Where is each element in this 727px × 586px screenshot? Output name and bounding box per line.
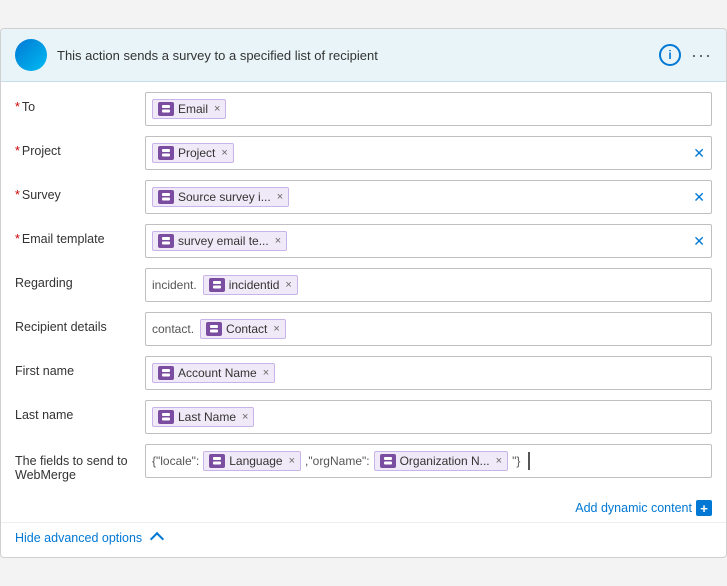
project-label: *Project — [15, 136, 145, 158]
last-name-tag: Last Name × — [152, 407, 254, 427]
first-name-row: First name Account Name × — [15, 356, 712, 392]
db-icon — [209, 278, 225, 292]
survey-label: *Survey — [15, 180, 145, 202]
recipient-tag: Contact × — [200, 319, 286, 339]
app-logo — [15, 39, 47, 71]
project-tag: Project × — [152, 143, 234, 163]
tag-label: Source survey i... — [178, 190, 271, 204]
tag-label: Email — [178, 102, 208, 116]
webmerge-row: The fields to send to WebMerge {"locale"… — [15, 444, 712, 482]
to-row: *To Email × — [15, 92, 712, 128]
bottom-actions: Add dynamic content + — [1, 496, 726, 522]
recipient-details-label: Recipient details — [15, 312, 145, 334]
email-template-control[interactable]: survey email te... × ✕ — [145, 224, 712, 258]
db-icon — [158, 102, 174, 116]
to-control[interactable]: Email × — [145, 92, 712, 126]
tag-label: Contact — [226, 322, 267, 336]
last-name-control[interactable]: Last Name × — [145, 400, 712, 434]
tag-close-button[interactable]: × — [273, 323, 279, 335]
project-row: *Project Project × ✕ — [15, 136, 712, 172]
tag-label: Project — [178, 146, 215, 160]
tag-label: incidentid — [229, 278, 280, 292]
action-card: This action sends a survey to a specifie… — [0, 28, 727, 558]
header-icons: i ··· — [659, 44, 712, 66]
plus-icon: + — [696, 500, 712, 516]
db-icon — [206, 322, 222, 336]
db-icon — [158, 366, 174, 380]
tag-close-button[interactable]: × — [263, 367, 269, 379]
tag-label: Language — [229, 454, 282, 468]
hide-advanced-button[interactable]: Hide advanced options — [15, 531, 712, 545]
add-dynamic-content-button[interactable]: Add dynamic content + — [575, 500, 712, 516]
tag-close-button[interactable]: × — [289, 455, 295, 467]
to-email-tag: Email × — [152, 99, 226, 119]
tag-label: Account Name — [178, 366, 257, 380]
language-tag: Language × — [203, 451, 301, 471]
tag-close-button[interactable]: × — [214, 103, 220, 115]
tag-close-button[interactable]: × — [496, 455, 502, 467]
tag-label: Organization N... — [400, 454, 490, 468]
project-control[interactable]: Project × ✕ — [145, 136, 712, 170]
webmerge-suffix: "} — [512, 454, 520, 468]
recipient-prefix: contact. — [152, 322, 194, 336]
cursor — [526, 452, 530, 470]
last-name-row: Last name Last Name × — [15, 400, 712, 436]
tag-label: survey email te... — [178, 234, 269, 248]
tag-close-button[interactable]: × — [285, 279, 291, 291]
recipient-details-row: Recipient details contact. Contact × — [15, 312, 712, 348]
webmerge-prefix1: {"locale": — [152, 454, 199, 468]
db-icon — [158, 234, 174, 248]
db-icon — [158, 410, 174, 424]
to-label: *To — [15, 92, 145, 114]
db-icon — [380, 454, 396, 468]
email-template-label: *Email template — [15, 224, 145, 246]
org-name-tag: Organization N... × — [374, 451, 508, 471]
regarding-control[interactable]: incident. incidentid × — [145, 268, 712, 302]
webmerge-label: The fields to send to WebMerge — [15, 444, 145, 482]
db-icon — [158, 190, 174, 204]
card-title: This action sends a survey to a specifie… — [57, 48, 649, 63]
regarding-prefix: incident. — [152, 278, 197, 292]
webmerge-control[interactable]: {"locale": Language × ,"orgName": Organi… — [145, 444, 712, 478]
tag-label: Last Name — [178, 410, 236, 424]
email-template-tag: survey email te... × — [152, 231, 287, 251]
card-body: *To Email × *Project — [1, 82, 726, 496]
email-template-clear-button[interactable]: ✕ — [693, 233, 705, 250]
first-name-control[interactable]: Account Name × — [145, 356, 712, 390]
webmerge-middle-text: ,"orgName": — [305, 454, 370, 468]
first-name-label: First name — [15, 356, 145, 378]
card-header: This action sends a survey to a specifie… — [1, 29, 726, 82]
recipient-details-control[interactable]: contact. Contact × — [145, 312, 712, 346]
tag-close-button[interactable]: × — [277, 191, 283, 203]
tag-close-button[interactable]: × — [221, 147, 227, 159]
tag-close-button[interactable]: × — [275, 235, 281, 247]
survey-row: *Survey Source survey i... × ✕ — [15, 180, 712, 216]
email-template-row: *Email template survey email te... × ✕ — [15, 224, 712, 260]
regarding-tag: incidentid × — [203, 275, 298, 295]
info-icon[interactable]: i — [659, 44, 681, 66]
survey-control[interactable]: Source survey i... × ✕ — [145, 180, 712, 214]
regarding-row: Regarding incident. incidentid × — [15, 268, 712, 304]
project-clear-button[interactable]: ✕ — [693, 145, 705, 162]
first-name-tag: Account Name × — [152, 363, 275, 383]
last-name-label: Last name — [15, 400, 145, 422]
regarding-label: Regarding — [15, 268, 145, 290]
db-icon — [158, 146, 174, 160]
chevron-up-icon — [150, 532, 164, 546]
db-icon — [209, 454, 225, 468]
tag-close-button[interactable]: × — [242, 411, 248, 423]
survey-clear-button[interactable]: ✕ — [693, 189, 705, 206]
card-footer: Hide advanced options — [1, 522, 726, 557]
more-options-icon[interactable]: ··· — [691, 45, 712, 66]
survey-tag: Source survey i... × — [152, 187, 289, 207]
